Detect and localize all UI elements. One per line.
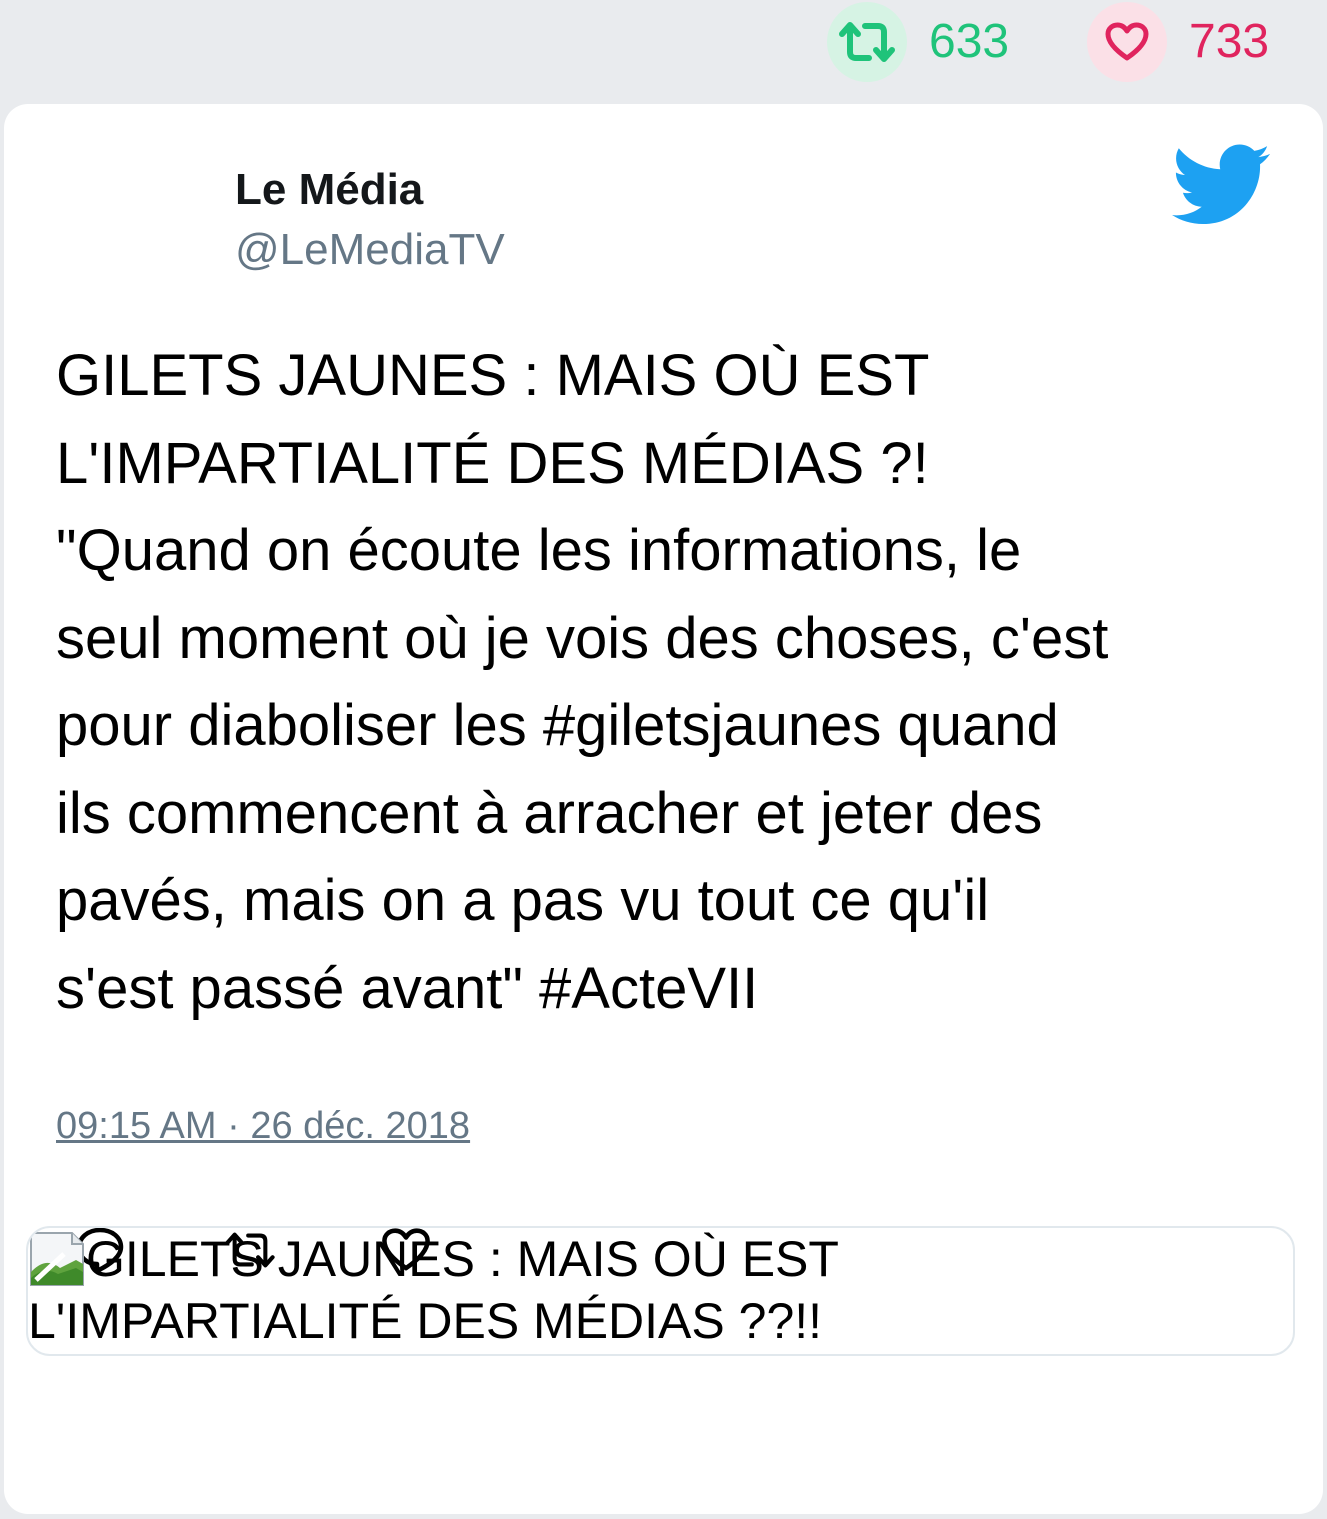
like-stat[interactable]: 733 xyxy=(1087,2,1269,82)
like-stat-bubble xyxy=(1087,2,1167,82)
retweet-icon xyxy=(839,22,895,62)
retweet-stat[interactable]: 633 xyxy=(827,2,1009,82)
twitter-bird-icon[interactable] xyxy=(1172,144,1270,228)
link-preview-card[interactable]: GILETS JAUNES : MAIS OÙ EST L'IMPARTIALI… xyxy=(26,1226,1295,1356)
author-handle[interactable]: @LeMediaTV xyxy=(235,224,505,277)
engagement-stats: 633 733 xyxy=(0,0,1327,100)
link-preview-title: GILETS JAUNES : MAIS OÙ EST L'IMPARTIALI… xyxy=(28,1231,839,1349)
tweet-text: GILETS JAUNES : MAIS OÙ EST L'IMPARTIALI… xyxy=(56,343,1109,1021)
retweet-stat-bubble xyxy=(827,2,907,82)
like-count: 733 xyxy=(1189,15,1270,68)
heart-icon xyxy=(1105,22,1149,61)
author-name[interactable]: Le Média xyxy=(235,164,423,217)
retweet-count: 633 xyxy=(929,15,1010,68)
tweet-timestamp[interactable]: 09:15 AM · 26 déc. 2018 xyxy=(56,1105,470,1148)
